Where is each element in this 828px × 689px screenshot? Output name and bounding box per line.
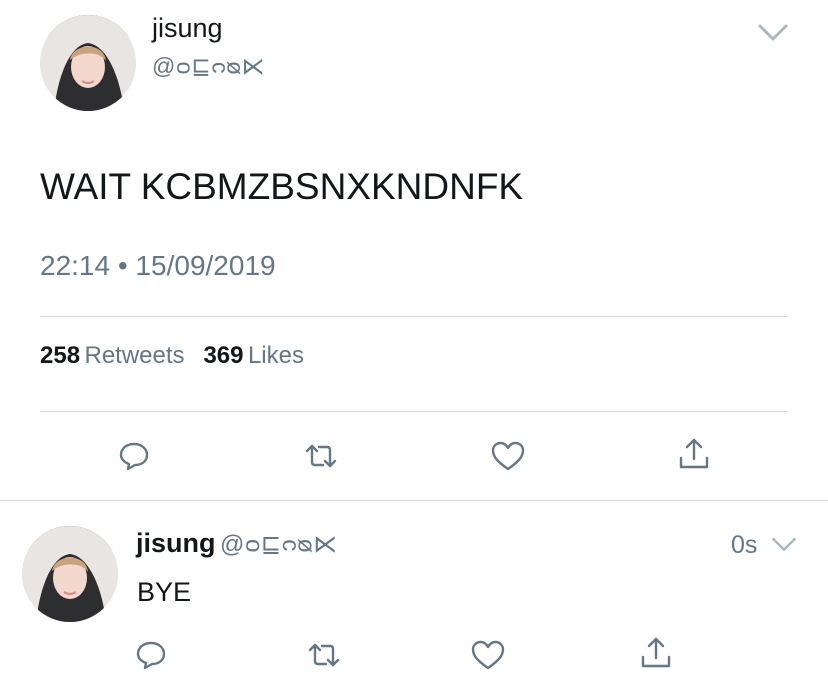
avatar-image [40, 15, 136, 111]
heart-icon[interactable] [490, 438, 526, 474]
avatar[interactable] [40, 15, 136, 111]
reply-time: 0s [731, 531, 758, 559]
likes-count: 369 [203, 342, 244, 369]
share-icon[interactable] [676, 436, 712, 472]
tweet-divider [0, 500, 828, 501]
tweet-date: 15/09/2019 [135, 250, 276, 281]
heart-icon[interactable] [470, 637, 506, 673]
chevron-down-icon[interactable] [756, 20, 790, 44]
author-name[interactable]: jisung [152, 13, 223, 44]
reply-icon[interactable] [133, 637, 169, 673]
reply-author-name[interactable]: jisung [136, 528, 216, 558]
divider [40, 316, 788, 317]
reply-header: jisung @ᴑ⊑ᴒᴓ⋉ [136, 528, 338, 559]
tweet-text: WAIT KCBMZBSNXKNDNFK [40, 166, 524, 207]
reply-icon[interactable] [116, 438, 152, 474]
author-handle[interactable]: @ᴑ⊑ᴒᴓ⋉ [152, 53, 266, 80]
timestamp-separator: • [117, 250, 128, 281]
avatar-image [22, 526, 118, 622]
reply-avatar[interactable] [22, 526, 118, 622]
likes-stat[interactable]: 369 Likes [203, 342, 304, 369]
divider [40, 411, 788, 412]
reply-author-handle[interactable]: @ᴑ⊑ᴒᴓ⋉ [220, 531, 338, 558]
share-icon[interactable] [638, 635, 674, 671]
tweet-stats: 258 Retweets 369 Likes [40, 342, 304, 370]
reply-text: BYE [137, 577, 192, 607]
tweet-timestamp: 22:14 • 15/09/2019 [40, 250, 276, 282]
likes-label: Likes [247, 342, 304, 369]
chevron-down-icon[interactable] [770, 534, 798, 554]
tweet-time: 22:14 [40, 250, 111, 281]
retweet-icon[interactable] [303, 438, 339, 474]
retweets-stat[interactable]: 258 Retweets [40, 342, 189, 369]
retweets-count: 258 [40, 342, 81, 369]
retweet-icon[interactable] [306, 637, 342, 673]
retweets-label: Retweets [84, 342, 185, 369]
